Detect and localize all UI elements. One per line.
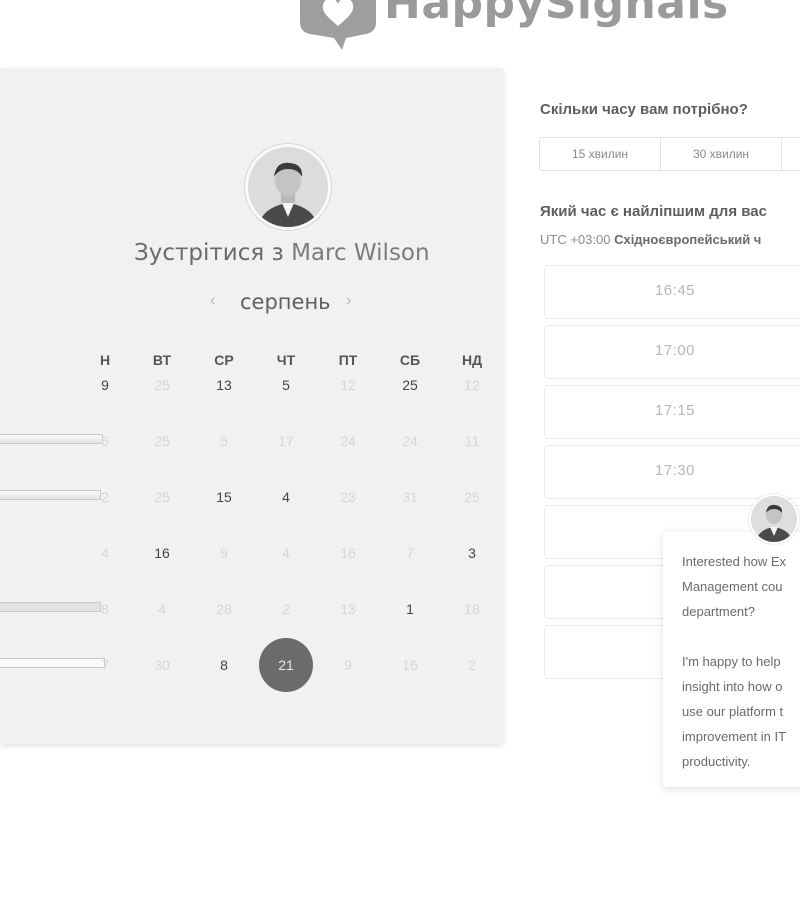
month-navigation: ‹ серпень › [210, 288, 370, 318]
calendar-day: 4 [158, 601, 166, 617]
logo-text: HappySignals [384, 0, 729, 29]
calendar-day[interactable]: 5 [266, 375, 306, 395]
time-slot[interactable]: 17:30 [544, 445, 800, 499]
calendar-day: 12 [464, 377, 480, 393]
time-question: Який час є найліпшим для вас [540, 203, 767, 220]
calendar-day: 2 [282, 601, 290, 617]
calendar-day: 17 [278, 433, 294, 449]
calendar-day: 18 [464, 601, 480, 617]
person-photo-icon [248, 147, 328, 227]
calendar-day: 5 [101, 433, 109, 449]
calendar-day[interactable]: 3 [452, 543, 492, 563]
weekday-header: ПТ [338, 352, 358, 368]
weekday-header: ВТ [152, 352, 172, 368]
calendar-day: 25 [154, 489, 170, 505]
person-photo-icon [751, 496, 797, 542]
calendar-day: 24 [340, 433, 356, 449]
calendar-day: 13 [340, 601, 356, 617]
timezone-offset: UTC +03:00 [540, 232, 611, 247]
calendar-day[interactable]: 13 [204, 375, 244, 395]
chat-avatar[interactable] [749, 494, 799, 544]
month-label: серпень [240, 290, 331, 314]
meet-title: Зустрітися з Marc Wilson [134, 240, 430, 266]
calendar-day[interactable]: 8 [204, 655, 244, 675]
time-slot-label: 17:15 [654, 402, 696, 419]
heart-speech-icon [300, 0, 376, 50]
calendar-day[interactable]: 16 [142, 543, 182, 563]
time-slot-label: 17:00 [654, 342, 696, 359]
duration-question: Скільки часу вам потрібно? [540, 101, 748, 118]
duration-30-button[interactable]: 30 хвилин [661, 138, 782, 170]
chat-message: Interested how Ex Management cou departm… [682, 554, 787, 769]
calendar-day: 7 [406, 545, 414, 561]
calendar-day: 23 [340, 489, 356, 505]
chevron-right-icon[interactable]: › [346, 292, 351, 310]
calendar-day: 25 [464, 489, 480, 505]
duration-15-button[interactable]: 15 хвилин [540, 138, 661, 170]
calendar-day: 2 [468, 657, 476, 673]
calendar-day: 16 [340, 545, 356, 561]
time-slot[interactable]: 16:45 [544, 265, 800, 319]
chevron-left-icon[interactable]: ‹ [210, 292, 215, 310]
calendar-day: 2 [101, 489, 109, 505]
calendar-day[interactable]: 9 [85, 375, 125, 395]
calendar-day: 9 [220, 545, 228, 561]
calendar-day: 28 [216, 601, 232, 617]
calendar-day: 11 [464, 433, 480, 449]
calendar-day: 5 [220, 433, 228, 449]
calendar-day[interactable]: 25 [390, 375, 430, 395]
weekday-header: ЧТ [276, 352, 296, 368]
calendar-day: 7 [101, 657, 109, 673]
calendar-day: 12 [340, 377, 356, 393]
host-name: Marc Wilson [291, 240, 430, 266]
weekday-header: СР [214, 352, 234, 368]
time-slot[interactable]: 17:00 [544, 325, 800, 379]
calendar-day[interactable]: 1 [390, 599, 430, 619]
meet-prefix: Зустрітися з [134, 240, 292, 266]
timezone-name: Східноєвропейський ч [614, 232, 762, 247]
duration-selector: 15 хвилин 30 хвилин [539, 137, 800, 171]
calendar-day: 16 [402, 657, 418, 673]
calendar-day: 4 [101, 545, 109, 561]
host-avatar [245, 144, 331, 230]
calendar-day: 4 [282, 545, 290, 561]
calendar-day: 25 [154, 433, 170, 449]
calendar-day: 9 [344, 657, 352, 673]
calendar-day-selected[interactable]: 21 [259, 638, 313, 692]
weekday-header: СБ [399, 352, 421, 368]
calendar-day: 8 [101, 601, 109, 617]
calendar-day[interactable]: 4 [266, 487, 306, 507]
time-slot-label: 16:45 [654, 282, 696, 299]
timezone-label: UTC +03:00 Східноєвропейський ч [540, 232, 761, 247]
calendar-day: 30 [154, 657, 170, 673]
time-slot[interactable]: 17:15 [544, 385, 800, 439]
time-slot-label: 17:30 [654, 462, 696, 479]
calendar-day: 24 [402, 433, 418, 449]
calendar-day: 31 [402, 489, 418, 505]
calendar-day[interactable]: 15 [204, 487, 244, 507]
calendar-day: 25 [154, 377, 170, 393]
weekday-header: Н [99, 352, 111, 368]
weekday-header: НД [461, 352, 483, 368]
